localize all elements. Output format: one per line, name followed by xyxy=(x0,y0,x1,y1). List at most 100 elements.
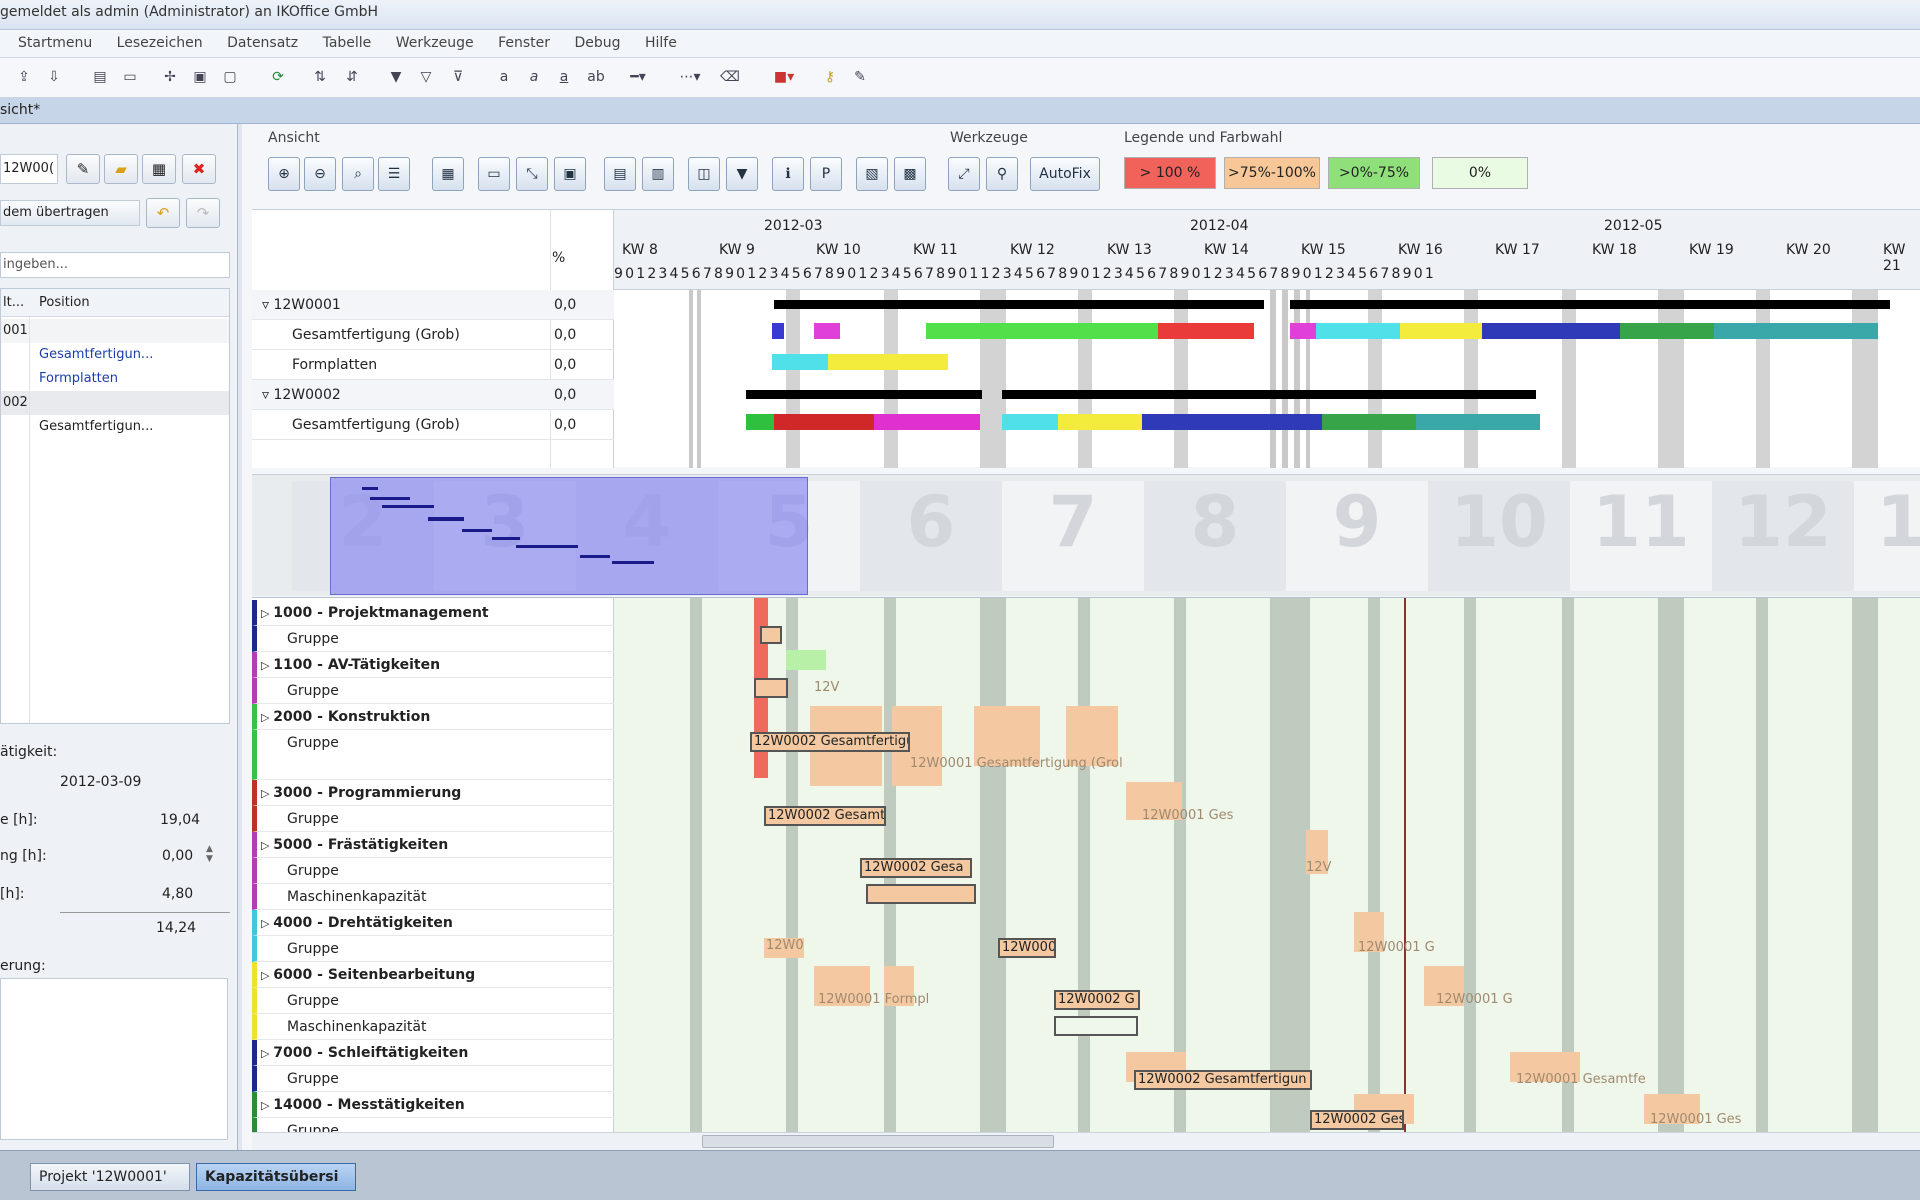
folder-icon[interactable]: ▰ xyxy=(104,154,138,184)
autofix-button[interactable]: AutoFix xyxy=(1030,157,1100,191)
expand-icon[interactable]: ▷ xyxy=(261,917,273,930)
filter-view-icon[interactable]: ▼ xyxy=(726,157,758,191)
task-bar[interactable] xyxy=(828,354,948,370)
p-icon[interactable]: P xyxy=(810,157,842,191)
menu-datensatz[interactable]: Datensatz xyxy=(227,35,298,51)
capacity-group-row[interactable]: ▷ 1000 - Projektmanagement xyxy=(252,600,614,626)
field1-value[interactable]: 19,04 xyxy=(160,812,200,828)
view-list-icon[interactable]: ☰ xyxy=(378,157,410,191)
field3-value[interactable]: 4,80 xyxy=(162,886,193,902)
list-item[interactable]: Formplatten xyxy=(1,367,229,391)
task-bar[interactable] xyxy=(1714,323,1878,339)
task-bar[interactable] xyxy=(772,354,828,370)
capacity-sub-row[interactable]: Maschinenkapazität xyxy=(252,1014,614,1040)
task-bar[interactable] xyxy=(1158,323,1254,339)
zoom-in-icon[interactable]: ⊕ xyxy=(268,157,300,191)
capacity-chart-hscroll[interactable] xyxy=(614,1132,1920,1150)
expand-icon[interactable]: ▷ xyxy=(261,711,273,724)
expand-icon[interactable]: ▷ xyxy=(261,787,273,800)
task-bar[interactable] xyxy=(772,323,784,339)
refresh-icon[interactable]: ⟳ xyxy=(268,67,288,87)
view-image-icon[interactable]: ▣ xyxy=(554,157,586,191)
expand-icon[interactable]: ▷ xyxy=(261,1047,273,1060)
color-picker-icon[interactable]: ■▾ xyxy=(766,67,802,87)
task-projekt[interactable]: Projekt '12W0001' xyxy=(30,1163,190,1191)
redo-icon[interactable]: ↷ xyxy=(186,198,220,228)
gantt-row[interactable]: Gesamtfertigung (Grob) 0,0 xyxy=(252,410,614,440)
task-bar[interactable] xyxy=(926,323,1158,339)
import-icon[interactable]: ⇩ xyxy=(44,67,64,87)
capacity-sub-row[interactable]: Maschinenkapazität xyxy=(252,884,614,910)
expand-icon[interactable]: ▷ xyxy=(261,1099,273,1112)
project-field[interactable]: 12W00( xyxy=(0,154,58,184)
capacity-box[interactable] xyxy=(760,626,782,644)
menu-startmenu[interactable]: Startmenu xyxy=(18,35,92,51)
view-gantt-icon[interactable]: ▦ xyxy=(432,157,464,191)
task-bar[interactable] xyxy=(1290,323,1316,339)
task-bar[interactable] xyxy=(1322,414,1416,430)
task-bar[interactable] xyxy=(1400,323,1482,339)
transfer-button[interactable]: dem übertragen xyxy=(0,200,140,226)
menu-lesezeichen[interactable]: Lesezeichen xyxy=(117,35,203,51)
eraser-icon[interactable]: ⌫ xyxy=(720,67,740,87)
sort-desc-icon[interactable]: ⇵ xyxy=(342,67,362,87)
task-bar[interactable] xyxy=(1482,323,1620,339)
menu-tabelle[interactable]: Tabelle xyxy=(323,35,372,51)
capacity-sub-row[interactable]: Gruppe xyxy=(252,858,614,884)
capacity-box[interactable] xyxy=(866,884,976,904)
capacity-group-row[interactable]: ▷ 1100 - AV-Tätigkeiten xyxy=(252,652,614,678)
search-icon[interactable]: ⚲ xyxy=(986,157,1018,191)
capacity-box[interactable]: 12W0002 Gesamtfertigung xyxy=(750,732,910,752)
task-bar[interactable] xyxy=(1002,414,1058,430)
capacity-box[interactable]: 12W0002 G xyxy=(1054,990,1140,1010)
view-link-icon[interactable]: ⤡ xyxy=(516,157,548,191)
capacity-group-row[interactable]: ▷ 6000 - Seitenbearbeitung xyxy=(252,962,614,988)
capacity-sub-row[interactable]: Gruppe xyxy=(252,806,614,832)
capacity-box[interactable]: 12W0002 Gesa xyxy=(860,858,972,878)
capacity-group-row[interactable]: ▷ 3000 - Programmierung xyxy=(252,780,614,806)
summary-bar[interactable] xyxy=(774,300,1264,309)
schedule-viewport[interactable] xyxy=(330,477,808,595)
capacity-box[interactable]: 12W0002 Gesamtfe xyxy=(764,806,886,826)
pin-icon[interactable]: ✢ xyxy=(160,67,180,87)
info-icon[interactable]: ℹ xyxy=(772,157,804,191)
font-italic-icon[interactable]: a xyxy=(524,67,544,87)
export-icon[interactable]: ⇪ xyxy=(14,67,34,87)
line-style-icon[interactable]: ━▾ xyxy=(620,67,656,87)
strikethrough-icon[interactable]: ab xyxy=(586,67,606,87)
capacity-sub-row[interactable]: Gruppe xyxy=(252,626,614,652)
legend-0-75[interactable]: >0%-75% xyxy=(1328,157,1420,189)
capacity-sub-row[interactable]: Gruppe xyxy=(252,730,614,780)
legend-over-100[interactable]: > 100 % xyxy=(1124,157,1216,189)
export-view-icon[interactable]: ▧ xyxy=(856,157,888,191)
expand-icon[interactable]: ▿ xyxy=(262,387,269,403)
task-kapazitaet[interactable]: Kapazitätsübersi xyxy=(196,1163,356,1191)
summary-bar[interactable] xyxy=(1290,300,1890,309)
field2-value[interactable]: 0,00 xyxy=(162,848,193,864)
task-bar[interactable] xyxy=(814,323,840,339)
list-item[interactable]: 001 xyxy=(1,319,229,343)
expand-icon[interactable]: ▷ xyxy=(261,839,273,852)
menu-fenster[interactable]: Fenster xyxy=(498,35,550,51)
undo-icon[interactable]: ↶ xyxy=(146,198,180,228)
note-textarea[interactable] xyxy=(0,978,228,1140)
capacity-group-row[interactable]: ▷ 5000 - Frästätigkeiten xyxy=(252,832,614,858)
delete-icon[interactable]: ✖ xyxy=(182,154,216,184)
capacity-group-row[interactable]: ▷ 2000 - Konstruktion xyxy=(252,704,614,730)
sort-asc-icon[interactable]: ⇅ xyxy=(310,67,330,87)
view-chart-icon[interactable]: ▭ xyxy=(478,157,510,191)
legend-0[interactable]: 0% xyxy=(1432,157,1528,189)
gantt-row[interactable]: ▿ 12W0002 0,0 xyxy=(252,380,614,410)
expand-icon[interactable]: ▷ xyxy=(261,969,273,982)
capacity-group-row[interactable]: ▷ 7000 - Schleiftätigkeiten xyxy=(252,1040,614,1066)
list-item[interactable]: Gesamtfertigun... xyxy=(1,343,229,367)
capacity-sub-row[interactable]: Gruppe xyxy=(252,1066,614,1092)
legend-75-100[interactable]: >75%-100% xyxy=(1224,157,1320,189)
line-width-icon[interactable]: ⋯▾ xyxy=(672,67,708,87)
filter-remove-icon[interactable]: ⊽ xyxy=(448,67,468,87)
gantt-row[interactable]: Formplatten 0,0 xyxy=(252,350,614,380)
print-icon[interactable]: ▭ xyxy=(120,67,140,87)
key-icon[interactable]: ⚷ xyxy=(820,67,840,87)
list-item[interactable]: Gesamtfertigun... xyxy=(1,415,229,439)
task-bar[interactable] xyxy=(1416,414,1540,430)
